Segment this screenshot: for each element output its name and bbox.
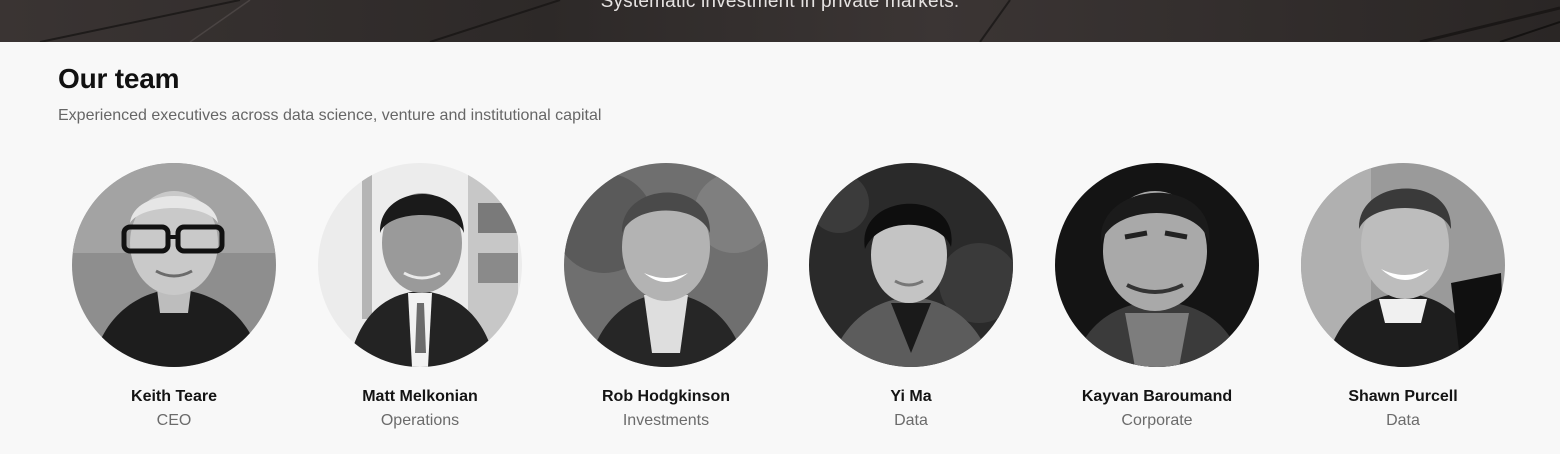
avatar-yi-ma bbox=[809, 163, 1013, 367]
team-member-card: Yi Ma Data bbox=[809, 163, 1013, 430]
hero-tagline: Systematic investment in private markets… bbox=[600, 0, 960, 12]
member-role: Data bbox=[1386, 412, 1420, 429]
member-role: CEO bbox=[156, 412, 192, 429]
member-name: Kayvan Baroumand bbox=[1081, 388, 1233, 405]
member-name: Rob Hodgkinson bbox=[602, 388, 730, 405]
member-name: Shawn Purcell bbox=[1348, 388, 1458, 405]
team-section: Our team Experienced executives across d… bbox=[0, 42, 1560, 454]
avatar-keith-teare bbox=[72, 163, 276, 367]
member-role: Corporate bbox=[1121, 412, 1193, 429]
member-name: Yi Ma bbox=[890, 388, 932, 405]
team-member-card: Matt Melkonian Operations bbox=[318, 163, 522, 430]
avatar-kayvan-baroumand bbox=[1055, 163, 1259, 367]
section-title: Our team bbox=[58, 63, 180, 94]
member-role: Data bbox=[894, 412, 928, 429]
hero-banner: Systematic investment in private markets… bbox=[0, 0, 1560, 42]
team-member-card: Rob Hodgkinson Investments bbox=[564, 163, 768, 430]
team-member-card: Kayvan Baroumand Corporate bbox=[1055, 163, 1259, 430]
member-role: Operations bbox=[380, 412, 460, 429]
member-name: Matt Melkonian bbox=[362, 388, 478, 405]
avatar-rob-hodgkinson bbox=[564, 163, 768, 367]
member-role: Investments bbox=[622, 412, 710, 429]
avatar-shawn-purcell bbox=[1301, 163, 1505, 367]
avatar-matt-melkonian bbox=[318, 163, 522, 367]
team-member-card: Shawn Purcell Data bbox=[1301, 163, 1505, 430]
section-subtitle: Experienced executives across data scien… bbox=[58, 107, 602, 124]
team-member-card: Keith Teare CEO bbox=[72, 163, 276, 430]
member-name: Keith Teare bbox=[131, 388, 217, 405]
